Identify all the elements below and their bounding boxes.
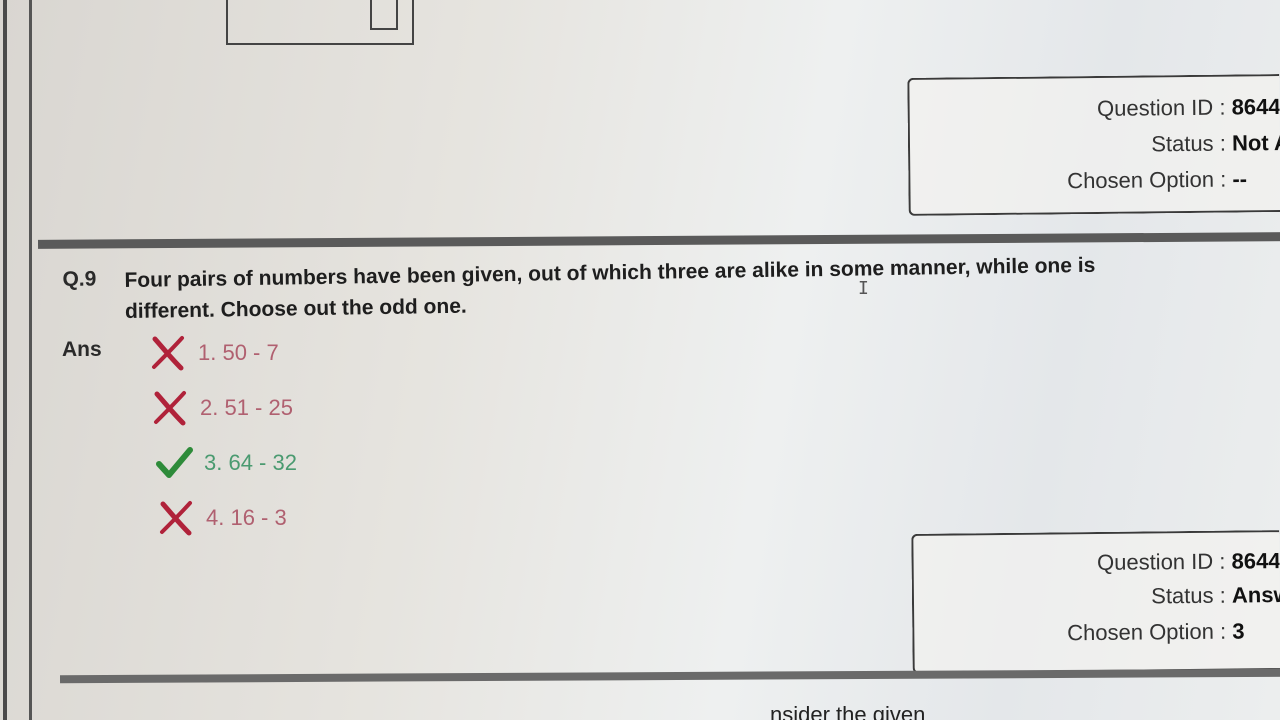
question-id-row: Question ID : 8644 — [979, 548, 1280, 577]
content-border — [29, 0, 32, 720]
chosen-option-value: 3 — [1232, 618, 1245, 644]
cross-icon — [148, 333, 188, 373]
status-label: Status — [1151, 582, 1214, 609]
separator: : — [1219, 130, 1226, 156]
chosen-option-row: Chosen Option : 3 — [980, 618, 1280, 647]
option-text: 2. 51 - 25 — [200, 395, 293, 420]
question-info-panel: Question ID : 8644 Status : Answ Chosen … — [911, 530, 1280, 674]
question-id-label: Question ID — [1096, 94, 1214, 121]
option-text: 4. 16 - 3 — [206, 505, 287, 530]
answer-option-1[interactable]: 1. 50 - 7 — [148, 333, 279, 373]
next-question-text: nsider the given — [770, 702, 926, 720]
separator: : — [1219, 548, 1226, 574]
separator: : — [1219, 582, 1226, 608]
question-id-value: 8644 — [1231, 94, 1280, 120]
chosen-option-label: Chosen Option — [1067, 166, 1215, 194]
status-value: Not A — [1231, 130, 1280, 156]
chosen-option-value: -- — [1232, 166, 1248, 192]
answer-label: Ans — [62, 338, 102, 361]
question-id-value: 8644 — [1231, 548, 1280, 574]
question-id-row: Question ID : 8644 — [979, 94, 1280, 123]
question-info-panel-previous: Question ID : 8644 Status : Not A Chosen… — [907, 74, 1280, 216]
chosen-option-label: Chosen Option — [1067, 618, 1215, 646]
answer-option-4[interactable]: 4. 16 - 3 — [156, 498, 287, 538]
status-row: Status : Not A — [980, 130, 1280, 159]
cross-icon — [156, 498, 196, 538]
question-number: Q.9 — [62, 267, 97, 291]
screen: Question ID : 8644 Status : Not A Chosen… — [0, 0, 1280, 720]
question-text: Four pairs of numbers have been given, o… — [124, 253, 1096, 324]
status-label: Status — [1151, 130, 1214, 157]
figure-frame — [226, 0, 414, 45]
option-text: 3. 64 - 32 — [204, 450, 297, 475]
option-text: 1. 50 - 7 — [198, 340, 279, 365]
cross-icon — [150, 388, 190, 428]
text-cursor-icon: I — [858, 278, 869, 299]
window-border — [3, 0, 7, 720]
answer-option-3[interactable]: 3. 64 - 32 — [154, 443, 297, 483]
separator: : — [1219, 94, 1226, 120]
section-divider — [59, 668, 1280, 684]
chosen-option-row: Chosen Option : -- — [980, 166, 1280, 195]
status-value: Answ — [1231, 582, 1280, 608]
question-block: Q.9 Four pairs of numbers have been give… — [62, 233, 1163, 330]
question-id-label: Question ID — [1096, 548, 1214, 575]
separator: : — [1219, 166, 1227, 192]
figure-inner-box — [370, 0, 398, 30]
check-icon — [154, 443, 194, 483]
separator: : — [1219, 618, 1227, 644]
answer-option-2[interactable]: 2. 51 - 25 — [150, 388, 293, 428]
status-row: Status : Answ — [980, 582, 1280, 611]
